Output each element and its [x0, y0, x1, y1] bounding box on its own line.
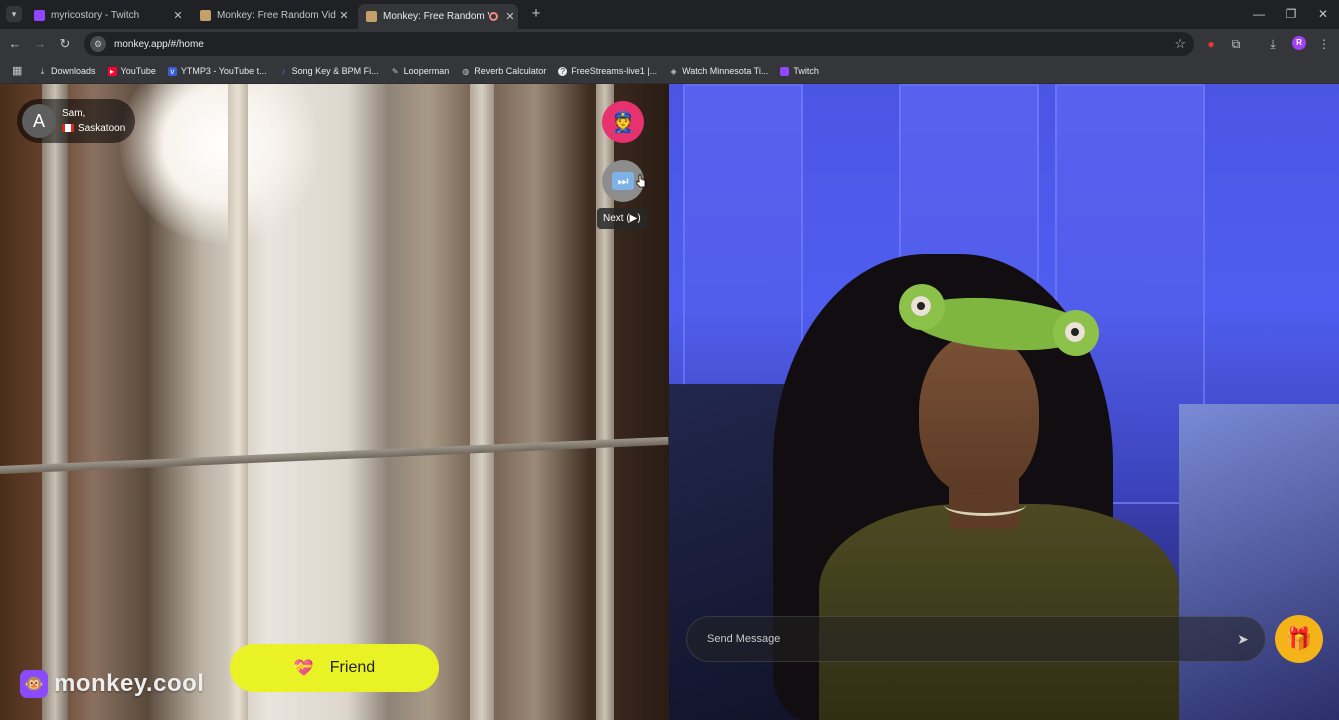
music-icon: ♪	[281, 66, 286, 76]
peer-location: Saskatoon	[78, 123, 126, 134]
minimize-icon[interactable]: —	[1244, 4, 1274, 24]
frog-eye	[899, 284, 945, 330]
message-box: ➤	[686, 616, 1266, 662]
twitch-favicon-icon	[34, 9, 45, 21]
tab-strip: ▾ myricostory - Twitch ✕ Monkey: Free Ra…	[0, 0, 1339, 29]
bookmark-watch-minnesota[interactable]: ◈ Watch Minnesota Ti...	[669, 66, 769, 76]
monkey-logo-icon: 🐵	[20, 670, 48, 698]
profile-avatar[interactable]: R	[1292, 36, 1306, 50]
forward-icon[interactable]: →	[32, 36, 48, 52]
menu-icon[interactable]: ⋮	[1316, 36, 1332, 52]
new-tab-icon[interactable]: +	[528, 5, 544, 23]
heart-icon: 💝	[293, 660, 314, 677]
avatar: A	[22, 104, 56, 138]
back-icon[interactable]: ←	[7, 36, 23, 52]
necklace	[944, 494, 1026, 516]
address-bar[interactable]: ⚙ monkey.app/#/home ☆	[84, 32, 1194, 56]
peer-info-badge[interactable]: A Sam, Saskatoon	[17, 99, 135, 143]
next-tooltip: Next (▶)	[597, 208, 647, 229]
close-icon[interactable]: ✕	[502, 10, 518, 23]
window-close-icon[interactable]: ✕	[1308, 4, 1338, 24]
recording-icon	[489, 12, 498, 21]
brand-logo[interactable]: 🐵 monkey.cool	[20, 670, 204, 698]
apps-grid-icon[interactable]: ▦	[12, 65, 24, 77]
youtube-icon: ▸	[107, 66, 117, 76]
bookmark-looperman[interactable]: ✎ Looperman	[391, 66, 449, 76]
twitch-icon	[780, 66, 790, 76]
extensions-puzzle-icon[interactable]: ⧉	[1228, 36, 1244, 52]
friend-button[interactable]: 💝 Friend	[230, 644, 439, 692]
downloads-icon[interactable]: ⤓	[1265, 36, 1281, 52]
bookmark-freestreams[interactable]: ? FreeStreams-live1 |...	[558, 66, 657, 76]
send-icon[interactable]: ➤	[1235, 631, 1251, 647]
wall-stud	[228, 84, 248, 720]
canada-flag-icon	[62, 124, 74, 133]
watch-icon: ◈	[670, 66, 677, 76]
reload-icon[interactable]: ↻	[57, 36, 73, 52]
person-shirt	[819, 504, 1179, 720]
wall-stud	[470, 84, 494, 720]
friend-button-label: Friend	[329, 659, 376, 676]
bookmark-downloads[interactable]: ⤓ Downloads	[38, 66, 96, 76]
report-button[interactable]: 👮	[602, 101, 644, 143]
restore-icon[interactable]: ❐	[1276, 4, 1306, 24]
extension-icon[interactable]: ●	[1203, 36, 1219, 52]
bookmark-star-icon[interactable]: ☆	[1174, 36, 1186, 52]
close-icon[interactable]: ✕	[336, 9, 352, 22]
hand-cursor-icon	[636, 174, 646, 188]
tab-search-icon[interactable]: ▾	[6, 6, 22, 22]
dresser	[1179, 404, 1339, 720]
bookmarks-bar: ▦ ⤓ Downloads ▸ YouTube v YTMP3 - YouTube t…	[0, 59, 1339, 84]
skip-next-icon: ⏭	[612, 172, 634, 190]
tab-title: Monkey: Free Random Video	[383, 11, 489, 22]
brand-name: monkey.cool	[54, 670, 205, 697]
message-input[interactable]	[707, 633, 1235, 645]
url-text[interactable]: monkey.app/#/home	[114, 39, 1174, 50]
tab-monkey-1[interactable]: Monkey: Free Random Video Ch ✕	[192, 4, 352, 26]
wall-stud	[42, 84, 68, 720]
monkey-app: A Sam, Saskatoon 👮 ⏭ Next (▶) 💝 Friend 🐵…	[0, 84, 1339, 720]
bookmark-twitch[interactable]: Twitch	[780, 66, 819, 76]
police-officer-icon: 👮	[610, 111, 636, 134]
monkey-favicon-icon	[200, 9, 211, 21]
bookmark-youtube[interactable]: ▸ YouTube	[107, 66, 156, 76]
browser-toolbar: ← → ↻ ⚙ monkey.app/#/home ☆ ● ⧉ ⤓ R ⋮	[0, 29, 1339, 59]
gift-button[interactable]: 🎁	[1275, 615, 1323, 663]
bookmark-song-key[interactable]: ♪ Song Key & BPM Fi...	[279, 66, 379, 76]
freestreams-icon: ?	[558, 66, 568, 76]
close-icon[interactable]: ✕	[170, 9, 186, 22]
tab-title: Monkey: Free Random Video Ch	[217, 9, 336, 21]
tab-title: myricostory - Twitch	[51, 9, 140, 21]
bookmark-reverb-calculator[interactable]: ◍ Reverb Calculator	[461, 66, 546, 76]
site-info-icon[interactable]: ⚙	[90, 36, 106, 52]
tab-monkey-2[interactable]: Monkey: Free Random Video ✕	[358, 4, 518, 29]
wire	[0, 436, 669, 474]
person-face	[919, 334, 1039, 494]
ceiling-light	[120, 84, 320, 244]
peer-name: Sam,	[62, 108, 86, 119]
looperman-icon: ✎	[391, 66, 399, 76]
local-video	[0, 84, 669, 720]
gift-icon: 🎁	[1285, 626, 1313, 651]
bookmark-ytmp3[interactable]: v YTMP3 - YouTube t...	[167, 66, 267, 76]
frog-eye	[1053, 310, 1099, 356]
monkey-favicon-icon	[366, 11, 377, 22]
ytmp3-icon: v	[167, 66, 177, 76]
reverb-icon: ◍	[462, 66, 470, 76]
tab-twitch[interactable]: myricostory - Twitch ✕	[26, 4, 186, 26]
download-icon: ⤓	[40, 66, 45, 76]
